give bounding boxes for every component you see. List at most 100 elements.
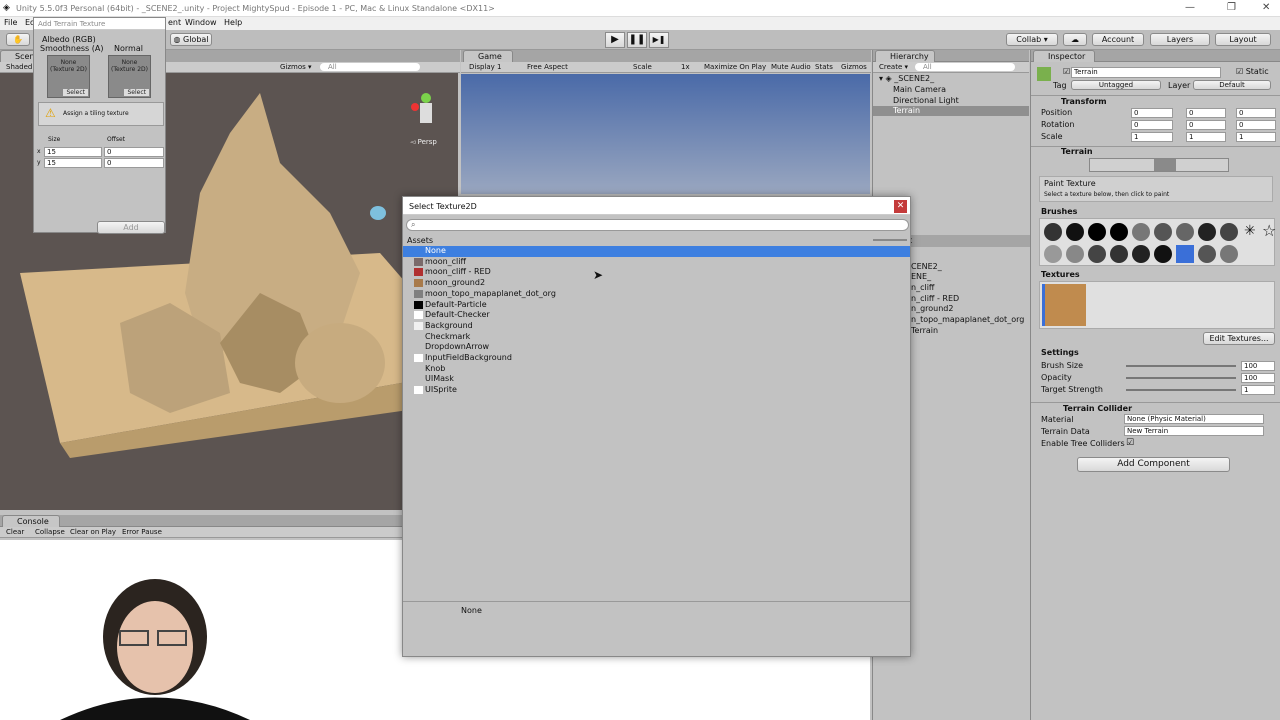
project-item[interactable]: n_ground2 [911,304,953,313]
dialog-close-button[interactable]: ✕ [894,200,907,213]
hierarchy-item-terrain[interactable]: Terrain [893,106,920,115]
brush-noise3-icon[interactable] [1088,245,1106,263]
texture-item[interactable]: Checkmark [403,332,910,343]
brush-noise7-icon[interactable] [1198,245,1216,263]
console-collapse-button[interactable]: Collapse [35,528,65,536]
brush-splat-icon[interactable] [1132,223,1150,241]
brush-spark-icon[interactable]: ✳ [1244,223,1256,239]
tag-dropdown[interactable]: Untagged [1071,80,1161,90]
tab-game[interactable]: Game [463,50,513,62]
object-name-field[interactable]: Terrain [1071,67,1221,78]
texture-item[interactable]: UISprite [403,385,910,396]
terrain-header[interactable]: Terrain [1061,147,1093,156]
brush-splat4-icon[interactable] [1198,223,1216,241]
static-toggle[interactable]: ☑ Static [1236,67,1269,76]
opacity-slider[interactable] [1126,377,1236,379]
normal-select-button[interactable]: Select [124,89,149,96]
maximize-on-play-toggle[interactable]: Maximize On Play [704,63,766,71]
material-field[interactable]: None (Physic Material) [1124,414,1264,424]
layer-dropdown[interactable]: Default [1193,80,1271,90]
offset-x-field[interactable]: 0 [104,147,164,157]
brush-size-field[interactable]: 100 [1241,361,1275,371]
layers-dropdown[interactable]: Layers [1150,33,1210,46]
tab-inspector[interactable]: Inspector [1033,50,1095,62]
project-item[interactable]: n_cliff [911,283,934,292]
hierarchy-item-main-camera[interactable]: Main Camera [893,85,946,94]
brush-palette[interactable]: ✳ ☆ [1039,218,1275,266]
scene-root-item[interactable]: ▾ ◈ _SCENE2_ [879,74,934,83]
project-item[interactable]: CENE2_ [911,262,942,271]
albedo-slot[interactable]: None (Texture 2D)Select [47,55,90,98]
menu-component[interactable]: ent [168,18,181,27]
brush-size-slider[interactable] [1126,365,1236,367]
size-y-field[interactable]: 15 [44,158,102,168]
brush-large-icon[interactable] [1110,223,1128,241]
scene-search-input[interactable]: All [320,63,420,71]
target-strength-slider[interactable] [1126,389,1236,391]
project-item[interactable]: ENE_ [911,272,931,281]
game-gizmos-toggle[interactable]: Gizmos [841,63,867,71]
edit-textures-button[interactable]: Edit Textures... [1203,332,1275,345]
persp-label[interactable]: ◅ Persp [410,138,437,146]
position-z-field[interactable]: 0 [1236,108,1276,118]
texture-item[interactable]: Default-Particle [403,300,910,311]
size-x-field[interactable]: 15 [44,147,102,157]
cloud-button[interactable]: ☁ [1063,33,1087,46]
texture-item[interactable]: moon_topo_mapaplanet_dot_org [403,289,910,300]
menu-file[interactable]: File [4,18,17,27]
layout-dropdown[interactable]: Layout [1215,33,1271,46]
hierarchy-create-dropdown[interactable]: Create ▾ [879,63,908,71]
dialog-tab-assets[interactable]: Assets [407,236,433,245]
project-item[interactable]: n_topo_mapaplanet_dot_org [911,315,1024,324]
brush-noise6-icon[interactable] [1154,245,1172,263]
texture-item[interactable]: Default-Checker [403,310,910,321]
gizmo-center-icon[interactable] [420,103,432,123]
scene-gizmo-widget[interactable] [405,83,445,135]
paint-texture-tool[interactable] [1154,159,1176,171]
mute-audio-toggle[interactable]: Mute Audio [771,63,811,71]
account-dropdown[interactable]: Account [1092,33,1144,46]
target-strength-field[interactable]: 1 [1241,385,1275,395]
texture-palette[interactable] [1039,281,1275,329]
texture-item[interactable]: moon_cliff [403,257,910,268]
gizmo-x-axis-icon[interactable] [411,103,419,111]
play-button[interactable]: ▶ [605,32,625,48]
menu-window[interactable]: Window [185,18,217,27]
texture-item[interactable]: moon_ground2 [403,278,910,289]
console-clear-on-play-toggle[interactable]: Clear on Play [70,528,116,536]
opacity-field[interactable]: 100 [1241,373,1275,383]
tree-colliders-checkbox[interactable]: ☑ [1126,438,1134,448]
terrain-collider-header[interactable]: Terrain Collider [1063,404,1132,413]
rotation-z-field[interactable]: 0 [1236,120,1276,130]
offset-y-field[interactable]: 0 [104,158,164,168]
menu-help[interactable]: Help [224,18,242,27]
step-button[interactable]: ▶❚ [649,32,669,48]
texture-item-selected[interactable]: None [403,246,910,257]
brush-round-icon[interactable] [1066,223,1084,241]
brush-selected-icon[interactable] [1176,245,1194,263]
console-error-pause-toggle[interactable]: Error Pause [122,528,162,536]
brush-noise2-icon[interactable] [1066,245,1084,263]
texture-item[interactable]: Knob [403,364,910,375]
maximize-button[interactable]: ❐ [1227,2,1236,13]
project-item[interactable]: n_cliff - RED [911,294,959,303]
global-toggle[interactable]: ◍ Global [170,33,212,46]
dialog-search-input[interactable]: ⌕ [406,219,909,231]
normal-slot[interactable]: None (Texture 2D)Select [108,55,151,98]
collab-button[interactable]: Collab ▾ [1006,33,1058,46]
texture-moon-ground-icon[interactable] [1042,284,1086,326]
preview-size-slider[interactable] [873,239,907,241]
display-dropdown[interactable]: Display 1 [469,63,501,71]
texture-item[interactable]: InputFieldBackground [403,353,910,364]
hierarchy-search-input[interactable]: All [915,63,1015,71]
brush-noise4-icon[interactable] [1110,245,1128,263]
aspect-dropdown[interactable]: Free Aspect [527,63,568,71]
terrain-data-field[interactable]: New Terrain [1124,426,1264,436]
shaded-dropdown[interactable]: Shaded [6,63,32,71]
scale-x-field[interactable]: 1 [1131,132,1173,142]
game-view[interactable] [461,74,870,194]
scale-z-field[interactable]: 1 [1236,132,1276,142]
add-component-button[interactable]: Add Component [1077,457,1230,472]
texture-item[interactable]: Background [403,321,910,332]
texture-item[interactable]: moon_cliff - RED [403,267,910,278]
